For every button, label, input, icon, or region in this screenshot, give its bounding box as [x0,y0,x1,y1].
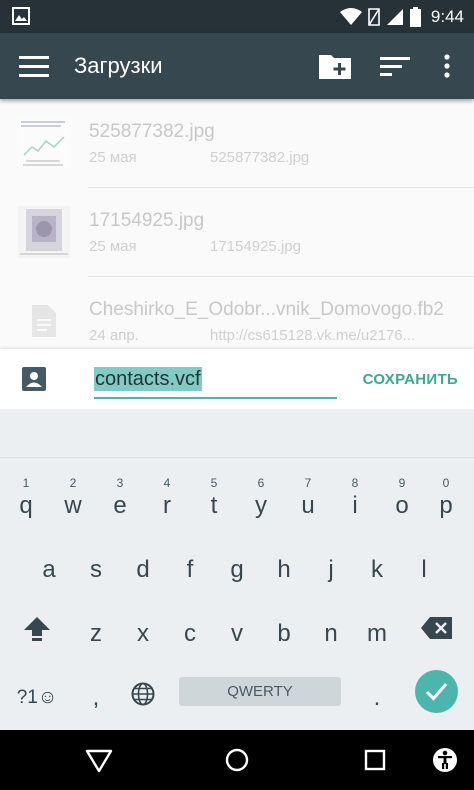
status-time: 9:44 [430,7,464,26]
no-sim-icon [368,8,380,26]
key-j[interactable]: j [308,534,354,594]
key-o[interactable]: 9o [379,470,425,530]
key-t[interactable]: 5t [191,470,237,530]
key-n[interactable]: n [308,598,354,658]
key-w[interactable]: 2w [50,470,96,530]
key-v[interactable]: v [214,598,260,658]
back-icon[interactable] [84,745,114,775]
key-p[interactable]: 0p [423,470,469,530]
file-date: 25 мая [89,149,137,166]
list-item[interactable]: 525877382.jpg 25 мая 525877382.jpg [0,99,474,188]
key-r[interactable]: 4r [144,470,190,530]
file-date: 25 мая [89,238,137,255]
save-button[interactable]: СОХРАНИТЬ [363,371,458,388]
file-name: 525877382.jpg [89,121,215,142]
signal-icon [386,9,403,25]
new-folder-icon[interactable] [316,49,354,83]
key-s[interactable]: s [73,534,119,594]
key-comma[interactable]: , [73,662,119,722]
key-h[interactable]: h [261,534,307,594]
file-source: 17154925.jpg [210,238,301,255]
globe-icon [131,682,155,706]
filename-value: contacts.vcf [94,367,202,391]
enter-key[interactable] [415,670,458,713]
contact-icon [22,367,46,391]
shift-icon [24,617,50,641]
file-name: Cheshirko_E_Odobr...vnik_Domovogo.fb2 [89,299,444,320]
save-panel: contacts.vcf СОХРАНИТЬ [0,349,474,409]
key-f[interactable]: f [167,534,213,594]
document-icon [32,305,56,337]
sort-icon[interactable] [376,49,414,83]
page-title: Загрузки [74,53,163,78]
key-c[interactable]: c [167,598,213,658]
more-vert-icon[interactable] [428,49,466,83]
key-a[interactable]: a [26,534,72,594]
space-key[interactable]: QWERTY [179,677,341,706]
key-g[interactable]: g [214,534,260,594]
app-bar: Загрузки [0,33,474,99]
image-thumbnail [18,206,70,258]
checkmark-icon [425,683,448,701]
key-q[interactable]: 1q [3,470,49,530]
recents-icon[interactable] [360,745,390,775]
file-source: http://cs615128.vk.me/u2176... [210,327,416,344]
key-z[interactable]: z [73,598,119,658]
key-l[interactable]: l [401,534,447,594]
backspace-icon [421,617,452,639]
list-item[interactable]: Cheshirko_E_Odobr...vnik_Domovogo.fb2 24… [0,277,474,349]
wifi-icon [339,8,362,25]
symbols-key[interactable]: ?1☺ [12,662,62,722]
file-list: 525877382.jpg 25 мая 525877382.jpg 17154… [0,99,474,349]
key-m[interactable]: m [354,598,400,658]
image-thumbnail [18,117,70,169]
home-icon[interactable] [222,745,252,775]
file-date: 24 апр. [89,327,139,344]
battery-icon [409,7,421,27]
key-period[interactable]: . [354,662,400,722]
suggestion-strip [0,409,474,458]
list-item[interactable]: 17154925.jpg 25 мая 17154925.jpg [0,188,474,277]
language-key[interactable] [120,662,166,722]
filename-input[interactable]: contacts.vcf [94,365,337,399]
backspace-key[interactable] [414,598,460,658]
image-icon [12,7,30,25]
key-b[interactable]: b [261,598,307,658]
key-x[interactable]: x [120,598,166,658]
menu-icon[interactable] [14,49,54,83]
key-i[interactable]: 8i [332,470,378,530]
file-name: 17154925.jpg [89,210,205,231]
key-e[interactable]: 3e [97,470,143,530]
shift-key[interactable] [14,598,60,658]
keyboard: 1q 2w 3e 4r 5t 6y 7u 8i 9o 0p a s d f g … [0,458,474,730]
key-u[interactable]: 7u [285,470,331,530]
status-bar: 9:44 [0,0,474,33]
file-source: 525877382.jpg [210,149,310,166]
accessibility-icon[interactable] [430,745,460,775]
key-d[interactable]: d [120,534,166,594]
key-k[interactable]: k [354,534,400,594]
navigation-bar [0,730,474,790]
key-y[interactable]: 6y [238,470,284,530]
